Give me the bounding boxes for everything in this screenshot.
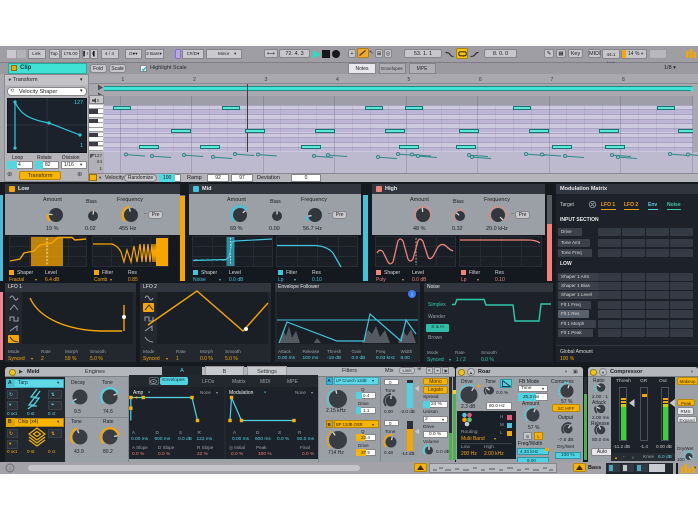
svg-text:i: i <box>9 467 10 473</box>
